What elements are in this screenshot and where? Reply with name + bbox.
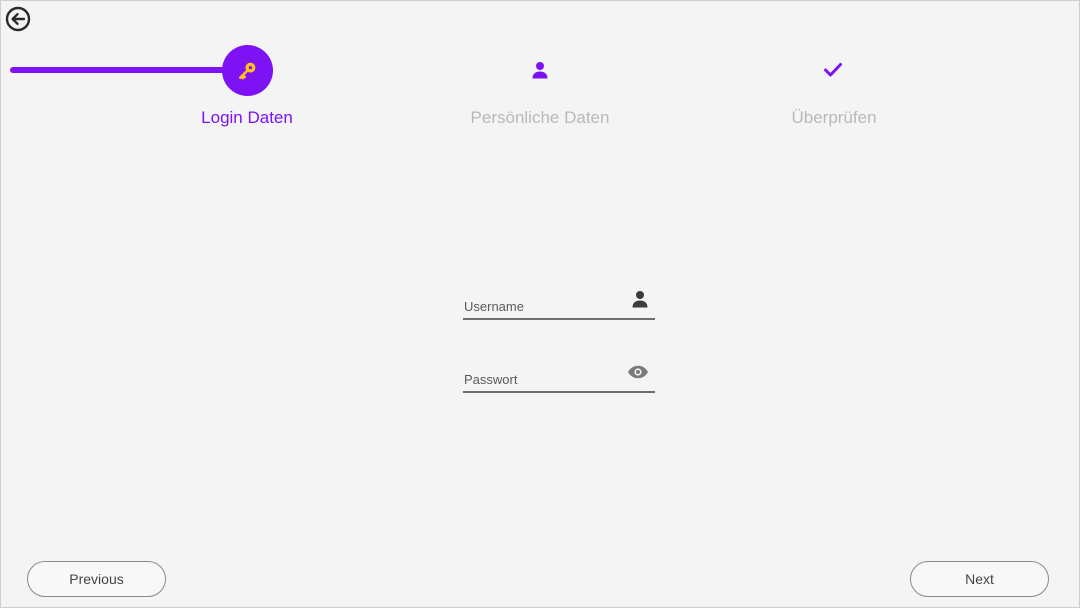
step-2-label[interactable]: Persönliche Daten — [471, 108, 610, 128]
step-1-indicator[interactable] — [222, 45, 273, 96]
next-button[interactable]: Next — [910, 561, 1049, 597]
eye-icon[interactable] — [627, 365, 649, 384]
username-field — [463, 288, 655, 320]
step-2-indicator[interactable] — [531, 61, 549, 84]
check-icon — [824, 63, 842, 77]
person-icon — [532, 62, 548, 79]
username-input[interactable] — [464, 299, 624, 314]
password-input[interactable] — [464, 372, 624, 387]
back-arrow-circle-icon — [5, 6, 31, 32]
person-icon — [631, 290, 649, 313]
step-3-label[interactable]: Überprüfen — [791, 108, 876, 128]
previous-button[interactable]: Previous — [27, 561, 166, 597]
stepper-progress-track — [10, 67, 235, 73]
back-button[interactable] — [5, 6, 31, 32]
password-field — [463, 361, 655, 393]
step-3-indicator[interactable] — [823, 61, 843, 84]
step-1-label[interactable]: Login Daten — [201, 108, 293, 128]
key-icon — [239, 62, 256, 80]
